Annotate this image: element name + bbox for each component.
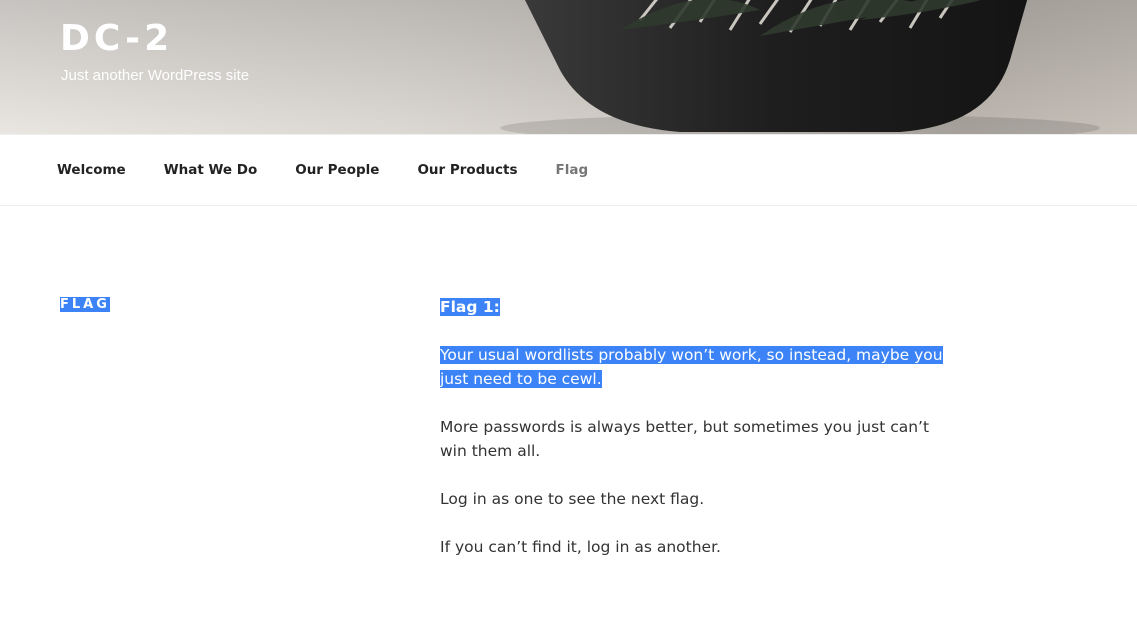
flag-heading-paragraph: Flag 1: bbox=[440, 295, 950, 319]
content-paragraph: Log in as one to see the next flag. bbox=[440, 490, 705, 508]
content-paragraph-text: Your usual wordlists probably won’t work… bbox=[440, 346, 943, 388]
site-title[interactable]: DC-2 bbox=[60, 18, 173, 59]
content-paragraph: If you can’t find it, log in as another. bbox=[440, 538, 721, 556]
page-title: FLAG bbox=[60, 297, 110, 312]
main-navigation: Welcome What We Do Our People Our Produc… bbox=[0, 134, 1137, 206]
content-paragraph: More passwords is always better, but som… bbox=[440, 418, 930, 460]
site-description: Just another WordPress site bbox=[61, 67, 250, 84]
site-header: DC-2 Just another WordPress site bbox=[0, 0, 1137, 134]
content-paragraph: Your usual wordlists probably won’t work… bbox=[440, 343, 950, 391]
nav-menu: Welcome What We Do Our People Our Produc… bbox=[0, 135, 1137, 205]
nav-item-flag[interactable]: Flag bbox=[555, 162, 588, 178]
page-title-text: FLAG bbox=[60, 297, 110, 312]
nav-item-our-products[interactable]: Our Products bbox=[417, 162, 517, 178]
nav-item-our-people[interactable]: Our People bbox=[295, 162, 379, 178]
flag-heading: Flag 1: bbox=[440, 298, 500, 316]
entry-content: Flag 1: Your usual wordlists probably wo… bbox=[440, 295, 950, 583]
nav-item-welcome[interactable]: Welcome bbox=[57, 162, 126, 178]
nav-item-what-we-do[interactable]: What We Do bbox=[164, 162, 258, 178]
